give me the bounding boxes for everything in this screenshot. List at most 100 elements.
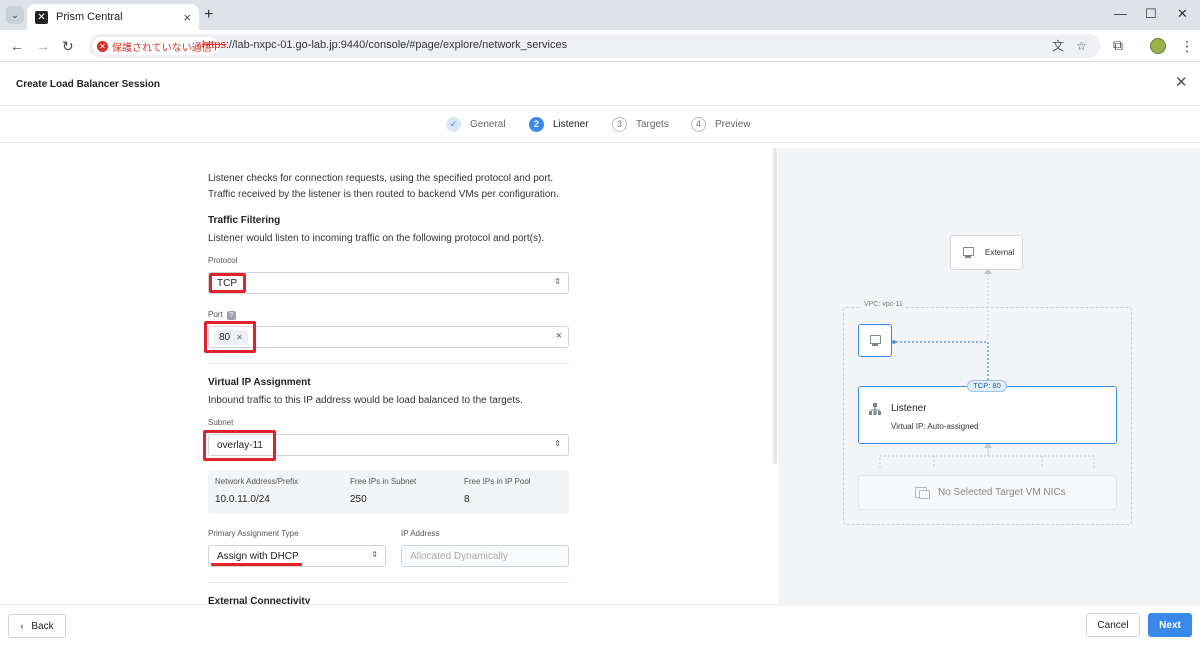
subnet-info-panel: Network Address/Prefix 10.0.11.0/24 Free… — [208, 470, 569, 514]
step-label: General — [470, 119, 506, 130]
forward-arrow-icon[interactable]: → — [36, 38, 50, 54]
dialog-title: Create Load Balancer Session — [16, 79, 160, 90]
free-ips-pool-value: 8 — [464, 494, 470, 505]
select-arrows-icon: ⇕ — [554, 277, 561, 286]
subnet-highlight — [203, 430, 276, 461]
traffic-filtering-title: Traffic Filtering — [208, 215, 281, 226]
monitor-icon — [963, 247, 974, 258]
new-tab-icon[interactable]: + — [204, 6, 213, 24]
help-icon[interactable]: ? — [226, 311, 236, 320]
prism-favicon-icon: ✕ — [35, 10, 48, 24]
listener-title: Listener — [891, 403, 927, 414]
step-number: 3 — [612, 117, 627, 132]
extensions-icon[interactable]: ⧉ — [1113, 37, 1123, 53]
back-button[interactable]: ‹ Back — [8, 614, 66, 638]
port-label-text: Port — [208, 310, 223, 319]
browser-tab-bar: ⌄ ✕ Prism Central × + — ☐ ✕ — [0, 0, 1200, 30]
wizard-stepper: ✓ General 2 Listener 3 Targets 4 Preview — [0, 106, 1200, 143]
step-number: 2 — [529, 117, 544, 132]
network-prefix-value: 10.0.11.0/24 — [215, 494, 270, 505]
network-prefix-header: Network Address/Prefix — [215, 477, 299, 486]
bookmark-star-icon[interactable]: ☆ — [1076, 39, 1087, 53]
port-input[interactable]: 80 ✕ × — [208, 326, 569, 348]
step-general[interactable]: ✓ General — [446, 117, 506, 132]
ip-address-label: IP Address — [401, 529, 440, 538]
assignment-type-value: Assign with DHCP — [217, 551, 299, 562]
select-arrows-icon: ⇕ — [554, 439, 561, 448]
cancel-button[interactable]: Cancel — [1086, 613, 1140, 637]
chevron-left-icon: ‹ — [20, 621, 24, 631]
assignment-type-label: Primary Assignment Type — [208, 529, 299, 538]
monitor-icon — [870, 335, 881, 346]
url-path: ://lab-nxpc-01.go-lab.jp:9440/console/#p… — [225, 39, 568, 51]
step-targets[interactable]: 3 Targets — [612, 117, 669, 132]
vip-assignment-desc: Inbound traffic to this IP address would… — [208, 395, 523, 406]
ip-address-placeholder: Allocated Dynamically — [410, 551, 508, 562]
back-button-label: Back — [31, 620, 54, 632]
listener-node — [858, 386, 1117, 444]
next-button[interactable]: Next — [1148, 613, 1192, 637]
intro-text-line1: Listener checks for connection requests,… — [208, 173, 554, 184]
security-indicator[interactable]: ✕ 保護されていない通信 — [93, 37, 218, 55]
section-divider — [208, 582, 569, 583]
vm-node — [858, 324, 892, 357]
traffic-filtering-desc: Listener would listen to incoming traffi… — [208, 233, 545, 244]
form-scrollbar[interactable] — [773, 148, 777, 464]
browser-tab[interactable]: ✕ Prism Central × — [27, 4, 199, 30]
reload-icon[interactable]: ↻ — [62, 38, 74, 54]
step-label: Preview — [715, 119, 751, 130]
warning-icon: ✕ — [97, 40, 108, 52]
dialog-footer: ‹ Back Cancel Next — [0, 604, 1200, 645]
free-ips-subnet-header: Free IPs in Subnet — [350, 477, 417, 486]
step-number: 4 — [691, 117, 706, 132]
listener-virtual-ip: Virtual IP: Auto-assigned — [891, 422, 979, 431]
address-bar[interactable]: ✕ 保護されていない通信 https://lab-nxpc-01.go-lab.… — [89, 34, 1100, 58]
tcp-port-badge: TCP: 80 — [967, 380, 1007, 392]
step-preview[interactable]: 4 Preview — [691, 117, 751, 132]
cancel-button-label: Cancel — [1097, 619, 1129, 631]
browser-menu-icon[interactable]: ⋮ — [1180, 38, 1194, 54]
url-scheme: https — [202, 39, 226, 51]
dialog-header: Create Load Balancer Session ✕ — [0, 62, 1200, 106]
dialog-close-icon[interactable]: ✕ — [1175, 75, 1188, 91]
tab-title: Prism Central — [56, 11, 123, 23]
protocol-label: Protocol — [208, 256, 238, 265]
targets-empty-label: No Selected Target VM NICs — [938, 487, 1066, 498]
back-arrow-icon[interactable]: ← — [10, 38, 24, 54]
step-listener[interactable]: 2 Listener — [529, 117, 589, 132]
port-label: Port? — [208, 310, 236, 320]
tab-close-icon[interactable]: × — [183, 10, 191, 25]
browser-toolbar: ← → ↻ ✕ 保護されていない通信 https://lab-nxpc-01.g… — [0, 30, 1200, 62]
vpc-label: VPC: vpc-11 — [862, 301, 905, 308]
protocol-select[interactable]: TCP ⇕ — [208, 272, 569, 294]
clear-icon[interactable]: × — [556, 330, 562, 342]
vm-nics-icon — [915, 487, 930, 499]
step-done-check-icon: ✓ — [446, 117, 461, 132]
tab-search-dropdown-icon[interactable]: ⌄ — [6, 6, 24, 24]
select-arrows-icon: ⇕ — [371, 550, 378, 559]
port-highlight — [204, 321, 256, 353]
free-ips-subnet-value: 250 — [350, 494, 367, 505]
maximize-icon[interactable]: ☐ — [1145, 7, 1157, 21]
next-button-label: Next — [1159, 619, 1181, 631]
security-label: 保護されていない通信 — [112, 42, 212, 54]
window-close-icon[interactable]: ✕ — [1177, 7, 1188, 21]
network-tree-icon — [869, 403, 881, 415]
minimize-icon[interactable]: — — [1114, 7, 1127, 21]
profile-avatar[interactable] — [1150, 38, 1166, 54]
step-label: Targets — [636, 119, 669, 130]
free-ips-pool-header: Free IPs in IP Pool — [464, 477, 531, 486]
url-text[interactable]: https://lab-nxpc-01.go-lab.jp:9440/conso… — [202, 39, 567, 51]
translate-icon[interactable]: ⽂ — [1052, 39, 1064, 53]
vip-assignment-title: Virtual IP Assignment — [208, 377, 311, 388]
step-label: Listener — [553, 119, 589, 130]
external-node: External — [950, 235, 1023, 270]
assignment-underline-highlight — [211, 563, 302, 566]
ip-address-input[interactable]: Allocated Dynamically — [401, 545, 569, 567]
targets-node: No Selected Target VM NICs — [858, 475, 1117, 510]
protocol-highlight — [209, 273, 246, 293]
section-divider — [208, 363, 569, 364]
external-label: External — [985, 248, 1015, 257]
intro-text-line2: Traffic received by the listener is then… — [208, 189, 559, 200]
subnet-label: Subnet — [208, 418, 234, 427]
